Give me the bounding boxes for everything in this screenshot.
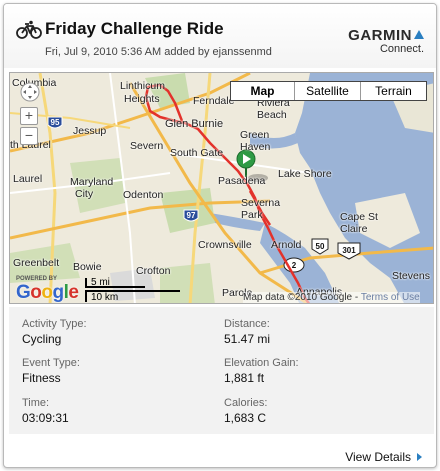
place-label: Greenbelt [13, 257, 60, 269]
stat-elevation-gain: Elevation Gain: 1,881 ft [224, 357, 299, 385]
card-footer: View Details [4, 441, 436, 467]
chevron-right-icon [417, 453, 422, 461]
garmin-triangle-icon [414, 30, 424, 39]
place-label: Maryland [70, 176, 114, 188]
place-label: Stevens [392, 270, 430, 282]
stat-label: Elevation Gain: [224, 357, 299, 369]
bicycle-icon [16, 20, 42, 39]
zoom-in-button[interactable]: + [20, 107, 38, 125]
place-label: City [75, 188, 94, 200]
stat-activity-type: Activity Type: Cycling [22, 318, 87, 346]
place-label: Haven [240, 141, 271, 153]
scale-miles: 5 mi [85, 278, 145, 288]
logo-wordmark: Google [16, 282, 79, 303]
place-label: Bowie [73, 261, 102, 273]
stat-distance: Distance: 51.47 mi [224, 318, 270, 346]
place-label: Park [241, 209, 263, 221]
place-label: Claire [340, 223, 368, 235]
map-type-selector: Map Satellite Terrain [230, 81, 427, 101]
interstate-95-shield: 95 [47, 116, 63, 129]
route-map[interactable]: 95 97 50 301 2 Columbia Linthicum Height… [9, 72, 434, 304]
place-label: Ferndale [193, 95, 235, 107]
activity-title[interactable]: Friday Challenge Ride [45, 19, 224, 39]
place-label: Jessup [73, 125, 107, 137]
view-details-label: View Details [345, 450, 411, 464]
place-label: Linthicum [120, 80, 165, 92]
place-label: Arnold [271, 239, 302, 251]
terms-of-use-link[interactable]: Terms of Use [361, 292, 420, 303]
map-attribution: Map data ©2010 Google - Terms of Use [243, 292, 420, 303]
place-label: Cape St [340, 211, 378, 223]
place-label: Severna [241, 197, 281, 209]
brand-sub: Connect. [379, 43, 424, 55]
stat-value: Cycling [22, 332, 62, 346]
place-label: Odenton [123, 189, 164, 201]
place-label: South Gate [170, 147, 224, 159]
stat-value: 1,881 ft [224, 371, 265, 385]
pan-control-icon[interactable] [19, 81, 41, 103]
activity-subtitle: Fri, Jul 9, 2010 5:36 AM added by ejanss… [45, 46, 272, 58]
place-label: Crofton [136, 265, 171, 277]
stat-label: Calories: [224, 397, 268, 409]
activity-stats: Activity Type: Cycling Distance: 51.47 m… [9, 307, 434, 434]
place-label: Laurel [13, 173, 43, 185]
brand-name: GARMIN [348, 27, 412, 44]
svg-text:95: 95 [51, 118, 60, 127]
google-logo[interactable]: POWERED BY Google [16, 276, 79, 303]
stat-value: 03:09:31 [22, 411, 69, 425]
map-type-satellite-button[interactable]: Satellite [294, 82, 360, 100]
attribution-text: Map data ©2010 Google - [243, 292, 359, 303]
garmin-connect-logo[interactable]: GARMIN Connect. [348, 27, 424, 55]
svg-text:301: 301 [342, 246, 356, 255]
stat-label: Event Type: [22, 357, 80, 369]
place-label: Beach [257, 109, 287, 121]
place-label: Crownsville [198, 239, 252, 251]
stat-event-type: Event Type: Fitness [22, 357, 80, 385]
stat-label: Time: [22, 397, 50, 409]
place-label: Severn [130, 140, 164, 152]
svg-text:2: 2 [292, 261, 297, 270]
map-type-terrain-button[interactable]: Terrain [360, 82, 426, 100]
place-label: Glen Burnie [165, 118, 224, 130]
zoom-out-button[interactable]: − [20, 127, 38, 145]
card-header: Friday Challenge Ride Fri, Jul 9, 2010 5… [4, 4, 436, 68]
stat-time: Time: 03:09:31 [22, 397, 69, 425]
place-label: Heights [124, 93, 160, 105]
place-label: Lake Shore [278, 168, 332, 180]
scale-km: 10 km [85, 290, 180, 303]
stat-label: Distance: [224, 318, 270, 330]
map-type-map-button[interactable]: Map [231, 82, 294, 100]
place-label: Pasadena [218, 175, 266, 187]
stat-label: Activity Type: [22, 318, 87, 330]
svg-text:97: 97 [187, 211, 196, 220]
view-details-link[interactable]: View Details [345, 450, 422, 464]
activity-card: Friday Challenge Ride Fri, Jul 9, 2010 5… [3, 3, 437, 468]
svg-text:50: 50 [316, 242, 325, 251]
place-label: Green [240, 129, 270, 141]
stat-calories: Calories: 1,683 C [224, 397, 267, 425]
stat-value: 51.47 mi [224, 332, 271, 346]
stat-value: Fitness [22, 371, 61, 385]
interstate-97-shield: 97 [183, 209, 199, 222]
stat-value: 1,683 C [224, 411, 267, 425]
